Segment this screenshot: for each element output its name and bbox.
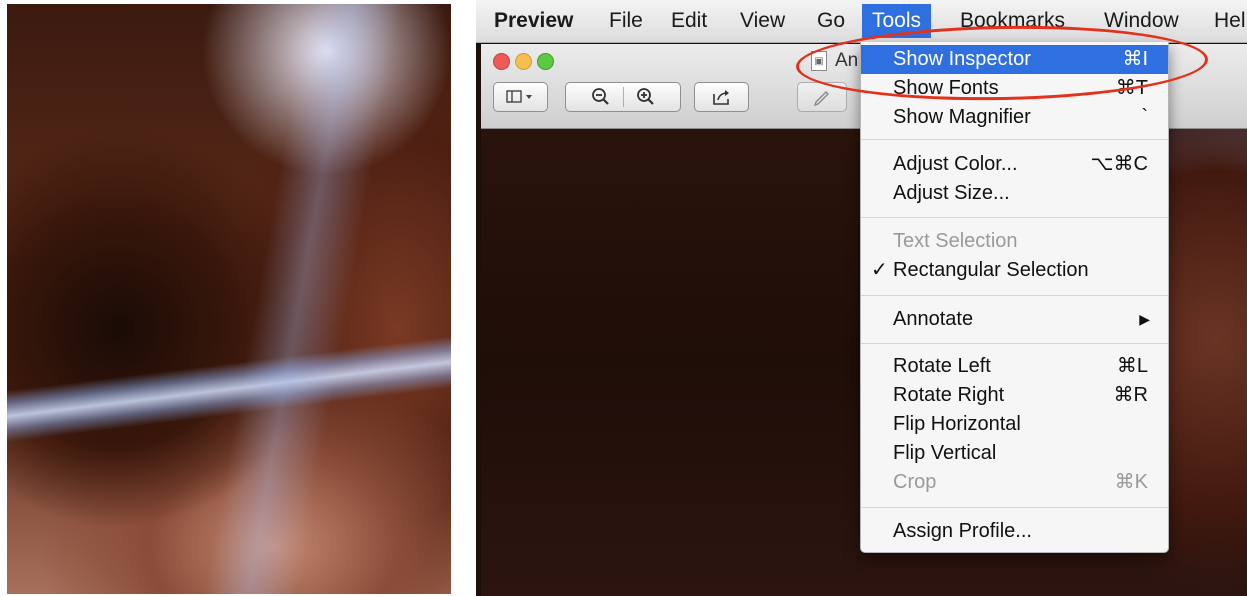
rotate-left-label: Rotate Left xyxy=(893,355,991,377)
zoom-divider xyxy=(622,87,624,107)
menu-item-rectangular-selection[interactable]: ✓ Rectangular Selection xyxy=(861,256,1168,285)
menu-help[interactable]: Hel xyxy=(1214,6,1246,36)
show-magnifier-label: Show Magnifier xyxy=(893,106,1031,128)
menu-item-flip-horizontal[interactable]: Flip Horizontal xyxy=(861,410,1168,439)
menu-separator xyxy=(861,343,1168,344)
zoom-segmented-control xyxy=(565,82,681,112)
tools-menu-dropdown: Show Inspector ⌘I Show Fonts ⌘T Show Mag… xyxy=(860,42,1169,553)
zoom-out-icon[interactable] xyxy=(591,87,611,107)
adjust-color-label: Adjust Color... xyxy=(893,153,1018,175)
adjust-size-label: Adjust Size... xyxy=(893,182,1010,204)
adjust-color-shortcut: ⌥⌘C xyxy=(1090,153,1149,175)
menu-item-show-magnifier[interactable]: Show Magnifier ` xyxy=(861,103,1168,132)
annotate-label: Annotate xyxy=(893,308,974,330)
share-button[interactable] xyxy=(694,82,749,112)
menu-file[interactable]: File xyxy=(609,6,643,36)
canyon-photo xyxy=(7,4,451,594)
menu-separator xyxy=(861,295,1168,296)
flip-vertical-label: Flip Vertical xyxy=(893,442,997,464)
crop-shortcut: ⌘K xyxy=(1114,471,1148,493)
zoom-in-icon[interactable] xyxy=(636,87,656,107)
crop-label: Crop xyxy=(893,471,937,493)
flip-horizontal-label: Flip Horizontal xyxy=(893,413,1021,435)
checkmark-icon: ✓ xyxy=(871,259,888,281)
zoom-window-button[interactable] xyxy=(537,53,554,70)
close-window-button[interactable] xyxy=(493,53,510,70)
menu-item-adjust-color[interactable]: Adjust Color... ⌥⌘C xyxy=(861,150,1168,179)
sidebar-toggle-button[interactable] xyxy=(493,82,548,112)
menu-item-rotate-right[interactable]: Rotate Right ⌘R xyxy=(861,381,1168,410)
menu-separator xyxy=(861,217,1168,218)
text-selection-label: Text Selection xyxy=(893,230,1018,252)
share-icon xyxy=(712,90,729,105)
rotate-right-label: Rotate Right xyxy=(893,384,1005,406)
menu-item-annotate[interactable]: Annotate ▶ xyxy=(861,305,1168,334)
pencil-icon xyxy=(813,91,829,106)
menu-separator xyxy=(861,139,1168,140)
menu-go[interactable]: Go xyxy=(817,6,845,36)
menu-item-rotate-left[interactable]: Rotate Left ⌘L xyxy=(861,352,1168,381)
rectangular-selection-label: Rectangular Selection xyxy=(893,259,1089,281)
menu-item-assign-profile[interactable]: Assign Profile... xyxy=(861,517,1168,546)
submenu-arrow-icon: ▶ xyxy=(1139,311,1150,327)
sidebar-icon xyxy=(505,90,532,103)
menu-item-flip-vertical[interactable]: Flip Vertical xyxy=(861,439,1168,468)
menu-item-crop[interactable]: Crop ⌘K xyxy=(861,468,1168,497)
menu-item-adjust-size[interactable]: Adjust Size... xyxy=(861,179,1168,208)
menu-app-preview[interactable]: Preview xyxy=(494,6,573,36)
show-magnifier-shortcut: ` xyxy=(1141,106,1148,128)
menu-view[interactable]: View xyxy=(740,6,785,36)
menu-item-text-selection[interactable]: Text Selection xyxy=(861,227,1168,256)
rotate-left-shortcut: ⌘L xyxy=(1116,355,1148,377)
menu-separator xyxy=(861,507,1168,508)
menu-edit[interactable]: Edit xyxy=(671,6,707,36)
assign-profile-label: Assign Profile... xyxy=(893,520,1032,542)
rotate-right-shortcut: ⌘R xyxy=(1113,384,1148,406)
minimize-window-button[interactable] xyxy=(515,53,532,70)
